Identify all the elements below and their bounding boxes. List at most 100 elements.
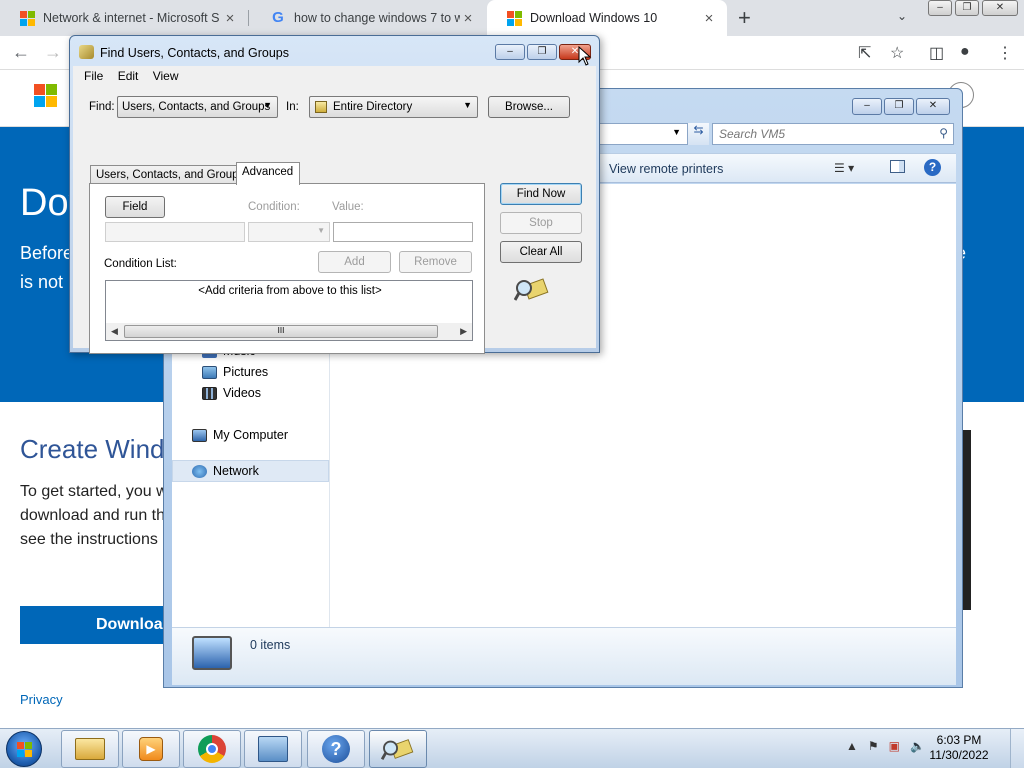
share-icon[interactable]: ⇱ <box>858 43 871 63</box>
tab-title: how to change windows 7 to win <box>294 11 460 25</box>
profile-avatar-icon[interactable]: ● <box>960 43 970 61</box>
microsoft-logo-icon[interactable] <box>34 84 57 107</box>
device-image-edge <box>962 430 971 610</box>
nav-item-label: My Computer <box>213 428 289 442</box>
value-input[interactable] <box>333 222 473 242</box>
find-now-button[interactable]: Find Now <box>500 183 582 205</box>
preview-pane-icon[interactable] <box>890 160 905 173</box>
menu-view[interactable]: View <box>153 69 179 83</box>
search-animation-icon <box>514 278 549 301</box>
nav-item-network-selected[interactable]: Network <box>172 460 329 482</box>
tab-users-contacts-groups[interactable]: Users, Contacts, and Groups <box>90 165 244 185</box>
tab-network-internet[interactable]: Network & internet - Microsoft S × <box>0 0 248 36</box>
volume-icon[interactable]: 🔈 <box>910 739 925 753</box>
search-placeholder: Search VM5 <box>719 127 786 141</box>
condition-list[interactable]: <Add criteria from above to this list> ◀… <box>105 280 473 341</box>
clock-date: 11/30/2022 <box>929 748 989 762</box>
bookmark-star-icon[interactable]: ☆ <box>890 43 904 63</box>
dialog-window-controls: – ❐ ✕ <box>495 44 591 60</box>
search-scope-select[interactable]: Entire Directory ▼ <box>309 96 478 118</box>
system-clock[interactable]: 6:03 PM 11/30/2022 <box>924 733 994 763</box>
maximize-button[interactable]: ❐ <box>527 44 557 60</box>
horizontal-scrollbar[interactable]: ◀ III ▶ <box>106 323 472 340</box>
menu-file[interactable]: File <box>84 69 103 83</box>
change-view-icon[interactable]: ☰ ▾ <box>834 161 854 175</box>
taskbar-find-users[interactable] <box>369 730 427 768</box>
close-tab-icon[interactable]: × <box>460 10 476 27</box>
add-button[interactable]: Add <box>318 251 391 273</box>
taskbar-media-player[interactable]: ▶ <box>122 730 180 768</box>
remove-button[interactable]: Remove <box>399 251 472 273</box>
tab-download-windows-10[interactable]: Download Windows 10 × <box>487 0 727 36</box>
network-icon <box>192 464 207 478</box>
chevron-down-icon: ▼ <box>317 226 325 235</box>
taskbar-control-panel[interactable] <box>244 730 302 768</box>
taskbar-explorer[interactable] <box>61 730 119 768</box>
stop-button[interactable]: Stop <box>500 212 582 234</box>
help-icon[interactable]: ? <box>924 159 941 176</box>
maximize-button[interactable]: ❐ <box>955 0 979 16</box>
network-status-icon[interactable]: ▣ <box>889 739 900 753</box>
scrollbar-thumb[interactable]: III <box>124 325 438 338</box>
nav-item-videos[interactable]: Videos <box>202 386 261 400</box>
field-button[interactable]: Field <box>105 196 165 218</box>
close-tab-icon[interactable]: × <box>222 10 238 27</box>
close-window-button[interactable]: ✕ <box>916 98 950 115</box>
section-title: Create Windo <box>20 434 179 464</box>
minimize-button[interactable]: – <box>495 44 525 60</box>
close-tab-icon[interactable]: × <box>701 10 717 27</box>
nav-item-my-computer[interactable]: My Computer <box>192 428 288 442</box>
forward-arrow-icon[interactable]: → <box>44 42 62 63</box>
address-dropdown-icon[interactable]: ▼ <box>672 127 681 137</box>
field-input <box>105 222 245 242</box>
tab-title: Network & internet - Microsoft S <box>43 11 220 25</box>
folder-icon <box>75 738 105 760</box>
body-text: download and run th <box>20 507 165 524</box>
show-desktop-button[interactable] <box>1010 729 1024 768</box>
computer-icon <box>192 428 207 442</box>
nav-item-pictures[interactable]: Pictures <box>202 365 268 379</box>
taskbar-help[interactable]: ? <box>307 730 365 768</box>
value-label: Value: <box>332 201 364 213</box>
chevron-down-icon: ▼ <box>463 100 472 110</box>
menu-edit[interactable]: Edit <box>118 69 139 83</box>
download-tool-button[interactable]: Downloa <box>20 606 180 644</box>
search-input[interactable]: Search VM5 ⚲ <box>712 123 954 145</box>
address-bar[interactable]: ▼ ⇆ <box>584 123 709 145</box>
computer-icon <box>192 636 232 670</box>
maximize-button[interactable]: ❐ <box>884 98 914 115</box>
taskbar-chrome[interactable] <box>183 730 241 768</box>
find-magnifier-icon <box>79 45 94 59</box>
clear-all-button[interactable]: Clear All <box>500 241 582 263</box>
body-text: To get started, you w <box>20 483 168 500</box>
action-center-flag-icon[interactable]: ⚑ <box>868 739 879 753</box>
find-type-select[interactable]: Users, Contacts, and Groups ▼ <box>117 96 278 118</box>
tab-search-chevron-icon[interactable]: ⌄ <box>897 9 907 23</box>
tab-google-search[interactable]: G how to change windows 7 to win × <box>250 0 486 36</box>
back-arrow-icon[interactable]: ← <box>12 42 30 63</box>
details-pane: 0 items <box>172 627 956 685</box>
pictures-library-icon <box>202 365 217 379</box>
browse-button[interactable]: Browse... <box>488 96 570 118</box>
start-button[interactable] <box>6 731 42 767</box>
refresh-icon[interactable]: ⇆ <box>687 123 709 145</box>
minimize-button[interactable]: – <box>852 98 882 115</box>
item-count: 0 items <box>250 638 291 652</box>
side-panel-icon[interactable]: ◫ <box>929 43 944 63</box>
more-menu-icon[interactable]: ⋮ <box>997 43 1013 63</box>
close-window-button[interactable]: ✕ <box>982 0 1018 16</box>
find-label: Find: <box>89 101 115 113</box>
scroll-right-icon[interactable]: ▶ <box>460 326 467 337</box>
privacy-link[interactable]: Privacy <box>20 692 63 707</box>
condition-select: ▼ <box>248 222 330 242</box>
tab-advanced[interactable]: Advanced <box>236 162 300 185</box>
search-icon[interactable]: ⚲ <box>939 126 948 140</box>
chrome-icon <box>198 735 226 763</box>
nav-item-network[interactable]: Network <box>192 464 259 478</box>
show-hidden-icons-icon[interactable]: ▲ <box>846 739 858 753</box>
minimize-button[interactable]: – <box>928 0 952 16</box>
nav-item-label: Pictures <box>223 365 269 379</box>
new-tab-button[interactable]: + <box>738 5 751 31</box>
scroll-left-icon[interactable]: ◀ <box>111 326 118 337</box>
view-remote-printers-command[interactable]: View remote printers <box>609 162 723 176</box>
